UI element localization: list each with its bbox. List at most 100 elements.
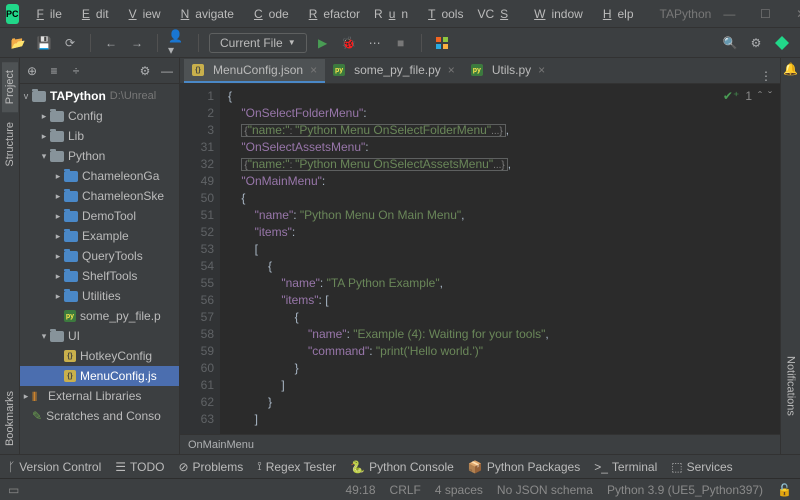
forward-icon[interactable]: → xyxy=(127,33,147,53)
code-line[interactable]: "name": "Python Menu On Main Menu", xyxy=(228,207,780,224)
tab-close-icon[interactable]: × xyxy=(310,63,317,77)
menu-window[interactable]: Window xyxy=(522,5,589,23)
code-line[interactable]: ] xyxy=(228,411,780,428)
external-libraries[interactable]: ▸⫴External Libraries xyxy=(20,386,179,406)
tree-item[interactable]: ▸Lib xyxy=(20,126,179,146)
bottom-tab[interactable]: 📦Python Packages xyxy=(468,460,580,474)
tab-close-icon[interactable]: × xyxy=(448,63,455,77)
tree-item[interactable]: ▸ShelfTools xyxy=(20,266,179,286)
menu-run[interactable]: Run xyxy=(368,5,414,23)
collapse-all-icon[interactable]: ÷ xyxy=(68,63,84,79)
analysis-ok-icon[interactable]: ✔⁺ xyxy=(723,88,739,105)
bookmarks-tab[interactable]: Bookmarks xyxy=(2,383,18,454)
bottom-tab[interactable]: >_Terminal xyxy=(594,460,657,474)
project-tab[interactable]: Project xyxy=(2,62,18,112)
back-icon[interactable]: ← xyxy=(101,33,121,53)
editor-tab[interactable]: pyUtils.py× xyxy=(463,59,553,83)
minimize-icon[interactable]: ― xyxy=(711,0,747,28)
maximize-icon[interactable]: ☐ xyxy=(747,0,783,28)
code-line[interactable]: } xyxy=(228,360,780,377)
bottom-tab[interactable]: ᚴVersion Control xyxy=(8,460,101,474)
tabs-menu-icon[interactable]: ⋮ xyxy=(752,69,780,83)
tab-close-icon[interactable]: × xyxy=(538,63,545,77)
menu-code[interactable]: Code xyxy=(242,5,295,23)
code-line[interactable]: { xyxy=(228,190,780,207)
code-line[interactable]: "command": "print('Hello world.')" xyxy=(228,343,780,360)
menu-help[interactable]: Help xyxy=(591,5,640,23)
bottom-tab[interactable]: ⊘Problems xyxy=(178,460,243,474)
bottom-tab[interactable]: ⬚Services xyxy=(671,460,732,474)
bottom-tab[interactable]: ☰TODO xyxy=(115,460,164,474)
close-icon[interactable]: ✕ xyxy=(783,0,800,28)
code-line[interactable]: "name": "TA Python Example", xyxy=(228,275,780,292)
caret-pos[interactable]: 49:18 xyxy=(346,483,376,497)
hide-icon[interactable]: — xyxy=(159,63,175,79)
run-config-dropdown[interactable]: Current File▼ xyxy=(209,33,307,53)
indent[interactable]: 4 spaces xyxy=(435,483,483,497)
tree-item[interactable]: ▸QueryTools xyxy=(20,246,179,266)
menu-file[interactable]: File xyxy=(25,5,68,23)
bottom-tab[interactable]: ⟟Regex Tester xyxy=(257,459,336,474)
expand-all-icon[interactable]: ≡ xyxy=(46,63,62,79)
tree-item[interactable]: ▸Utilities xyxy=(20,286,179,306)
menu-vcs[interactable]: VCS xyxy=(471,5,520,23)
code-line[interactable]: {"name:": "Python Menu OnSelectAssetsMen… xyxy=(228,156,780,173)
code-line[interactable]: { xyxy=(228,258,780,275)
search-icon[interactable]: 🔍 xyxy=(720,33,740,53)
save-icon[interactable]: 💾 xyxy=(34,33,54,53)
code-line[interactable]: [ xyxy=(228,241,780,258)
ide-services-icon[interactable] xyxy=(432,33,452,53)
tree-root[interactable]: vTAPythonD:\Unreal xyxy=(20,86,179,106)
gear-icon[interactable]: ⚙ xyxy=(746,33,766,53)
tree-settings-icon[interactable]: ⚙ xyxy=(137,63,153,79)
tree-item[interactable]: ▸DemoTool xyxy=(20,206,179,226)
schema[interactable]: No JSON schema xyxy=(497,483,593,497)
editor-tab[interactable]: {}MenuConfig.json× xyxy=(184,59,325,83)
tree-item[interactable]: ▸ChameleonSke xyxy=(20,186,179,206)
code-line[interactable]: } xyxy=(228,394,780,411)
code-line[interactable]: "items": [ xyxy=(228,292,780,309)
tree-item[interactable]: {}MenuConfig.js xyxy=(20,366,179,386)
scroll-up-icon[interactable]: ˆ xyxy=(758,88,762,105)
jetbrains-icon[interactable] xyxy=(772,33,792,53)
tree-item[interactable]: {}HotkeyConfig xyxy=(20,346,179,366)
tree-item[interactable]: pysome_py_file.p xyxy=(20,306,179,326)
editor-tab[interactable]: pysome_py_file.py× xyxy=(325,59,463,83)
menu-view[interactable]: View xyxy=(117,5,167,23)
bell-icon[interactable]: 🔔 xyxy=(779,58,800,80)
scroll-down-icon[interactable]: ˇ xyxy=(768,88,772,105)
tree-item[interactable]: ▾Python xyxy=(20,146,179,166)
tree-item[interactable]: ▸Example xyxy=(20,226,179,246)
notifications-tab[interactable]: Notifications xyxy=(783,348,799,424)
code-line[interactable]: "OnSelectAssetsMenu": xyxy=(228,139,780,156)
code-line[interactable]: "name": "Example (4): Waiting for your t… xyxy=(228,326,780,343)
code-area[interactable]: 💡 ✔⁺ 1 ˆ ˇ { "OnSelectFolderMenu": {"nam… xyxy=(220,84,780,434)
code-line[interactable]: "OnMainMenu": xyxy=(228,173,780,190)
code-line[interactable]: ] xyxy=(228,377,780,394)
run-icon[interactable]: ▶ xyxy=(313,33,333,53)
interpreter[interactable]: Python 3.9 (UE5_Python397) xyxy=(607,483,763,497)
code-line[interactable]: {"name:": "Python Menu OnSelectFolderMen… xyxy=(228,122,780,139)
menu-refactor[interactable]: Refactor xyxy=(297,5,366,23)
tree-item[interactable]: ▸ChameleonGa xyxy=(20,166,179,186)
structure-tab[interactable]: Structure xyxy=(2,114,18,175)
breadcrumb[interactable]: OnMainMenu xyxy=(180,434,780,454)
select-opened-icon[interactable]: ⊕ xyxy=(24,63,40,79)
scratches[interactable]: ✎Scratches and Conso xyxy=(20,406,179,426)
refresh-icon[interactable]: ⟳ xyxy=(60,33,80,53)
menu-navigate[interactable]: Navigate xyxy=(169,5,240,23)
code-line[interactable]: { xyxy=(228,309,780,326)
more-run-icon[interactable]: ⋯ xyxy=(365,33,385,53)
open-icon[interactable]: 📂 xyxy=(8,33,28,53)
line-sep[interactable]: CRLF xyxy=(390,483,421,497)
code-line[interactable]: "items": xyxy=(228,224,780,241)
tree-item[interactable]: ▸Config xyxy=(20,106,179,126)
tree-item[interactable]: ▾UI xyxy=(20,326,179,346)
code-line[interactable]: "OnSelectFolderMenu": xyxy=(228,105,780,122)
stop-icon[interactable]: ■ xyxy=(391,33,411,53)
bottom-tab[interactable]: 🐍Python Console xyxy=(350,460,454,474)
with-me-icon[interactable]: 👤▾ xyxy=(168,33,188,53)
lock-icon[interactable]: 🔓 xyxy=(777,483,792,497)
menu-tools[interactable]: Tools xyxy=(416,5,469,23)
code-line[interactable]: { xyxy=(228,88,780,105)
